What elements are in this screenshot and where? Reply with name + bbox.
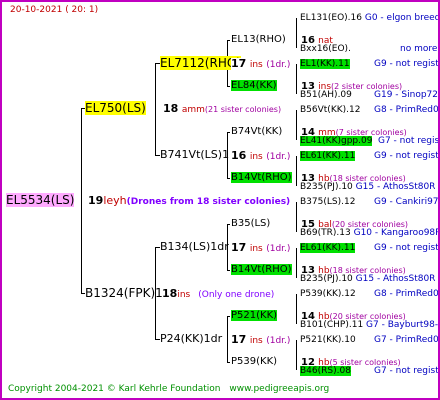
g4-ref: no more: [400, 44, 438, 54]
tree-line: [227, 362, 230, 363]
g4-ref: G9 - Cankiri97Q: [374, 197, 440, 207]
tree-line: [296, 64, 297, 94]
g3-queen[interactable]: B14Vt(RHO): [231, 172, 292, 183]
g2b-queen[interactable]: B741Vt(LS)1: [160, 149, 229, 160]
g3-queen[interactable]: EL13(RHO): [231, 35, 286, 45]
g4-queen[interactable]: B56Vt(KK).12: [300, 106, 360, 115]
g4-ref: G7 - PrimRed01: [374, 335, 440, 345]
g4-ref: G9 - not registe: [374, 151, 440, 161]
tree-line: [296, 294, 297, 324]
tree-line: [227, 224, 230, 225]
g4-queen[interactable]: EL131(EO).16 G0 - elgon breed: [300, 14, 438, 23]
tree-line: [227, 178, 230, 179]
g4-ref: G9 - not registe: [374, 243, 440, 253]
g2b-info: 16 ins (1dr.): [231, 149, 291, 162]
g3-queen[interactable]: B14Vt(RHO): [231, 264, 292, 275]
g4-ref: G7 - not registe: [378, 136, 440, 146]
g4-ref: G7 - not registe: [374, 366, 440, 376]
g4-ref: G8 - PrimRed01: [374, 289, 440, 299]
g4-queen[interactable]: B69(TR).13 G10 - Kangaroo98R: [300, 229, 438, 238]
g2d-info: 17 ins (1dr.): [231, 333, 291, 346]
g3-queen[interactable]: P521(KK): [231, 310, 278, 321]
tree-line: [81, 108, 82, 293]
tree-line: [296, 156, 297, 186]
g3-queen[interactable]: EL84(KK): [231, 80, 277, 91]
tree-line: [296, 110, 297, 140]
g4-queen[interactable]: B235(PJ).10 G15 - AthosSt80R: [300, 183, 435, 192]
tree-line: [227, 40, 230, 41]
header-date: 20-10-2021 ( 20: 1): [10, 5, 99, 15]
pedigree-frame: 20-10-2021 ( 20: 1) EL5534(LS) 19leyh(Dr…: [0, 0, 440, 400]
tree-line: [296, 340, 297, 370]
g4-queen[interactable]: P539(KK).12: [300, 290, 356, 299]
g4-queen[interactable]: B101(CHP).11 G7 - Bayburt98-3: [300, 321, 438, 330]
g1a-queen[interactable]: EL750(LS): [85, 101, 146, 115]
tree-line: [155, 63, 156, 155]
tree-line: [227, 132, 230, 133]
g4-queen[interactable]: B51(AH).09: [300, 91, 352, 100]
g2c-info: 17 ins (1dr.): [231, 241, 291, 254]
tree-line: [227, 316, 230, 317]
tree-line: [296, 18, 297, 48]
tree-line: [227, 270, 230, 271]
g4-queen[interactable]: Bxx16(EO).: [300, 45, 351, 54]
g2d-queen[interactable]: P24(KK)1dr: [160, 333, 222, 344]
g4-queen[interactable]: P521(KK).10: [300, 336, 356, 345]
g4-ref: G19 - Sinop72R: [374, 90, 440, 100]
root-queen[interactable]: EL5534(LS): [6, 193, 75, 207]
g2a-queen[interactable]: EL7112(RHO): [160, 56, 241, 70]
g3-queen[interactable]: P539(KK): [231, 357, 277, 367]
g4-queen[interactable]: B46(RS).08: [300, 366, 351, 376]
tree-line: [227, 86, 230, 87]
g4-queen[interactable]: B375(LS).12: [300, 198, 355, 207]
g3-queen[interactable]: B74Vt(KK): [231, 127, 282, 137]
root-info: 19leyh(Drones from 18 sister colonies): [88, 194, 291, 207]
footer-copyright: Copyright 2004-2021 © Karl Kehrle Founda…: [8, 384, 330, 394]
g4-queen[interactable]: EL61(KK).11: [300, 151, 356, 161]
g2c-queen[interactable]: B134(LS)1dr: [160, 241, 229, 252]
g4-queen[interactable]: B235(PJ).10 G15 - AthosSt80R: [300, 275, 435, 284]
g4-ref: G9 - not registe: [374, 59, 440, 69]
g4-queen[interactable]: EL61(KK).11: [300, 243, 356, 253]
tree-line: [296, 202, 297, 232]
tree-line: [227, 316, 228, 362]
g2a-info: 17 ins (1dr.): [231, 57, 291, 70]
g4-queen[interactable]: EL41(KK)gpp.09: [300, 136, 373, 146]
g3-queen[interactable]: B35(LS): [231, 219, 270, 229]
g1a-info: 18 amm(21 sister colonies): [163, 102, 282, 115]
g1b-queen[interactable]: B1324(FPK)1: [85, 287, 163, 299]
g4-ref: G8 - PrimRed01: [374, 105, 440, 115]
g4-queen[interactable]: EL1(KK).11: [300, 59, 350, 69]
tree-line: [296, 248, 297, 278]
g1b-info: 18ins (Only one drone): [162, 287, 275, 300]
